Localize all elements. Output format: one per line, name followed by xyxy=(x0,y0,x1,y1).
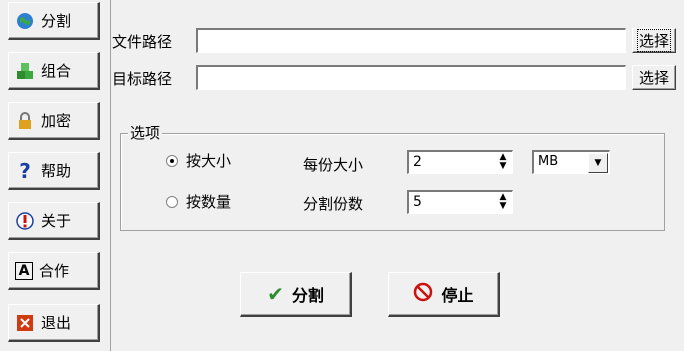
sidebar-item-combine[interactable]: 组合 xyxy=(8,52,100,90)
browse-file-button[interactable]: 选择 xyxy=(632,28,676,53)
sidebar-item-cooperate[interactable]: A 合作 xyxy=(8,252,100,290)
exit-icon xyxy=(15,313,35,333)
browse-target-label: 选择 xyxy=(638,69,669,87)
sidebar-item-label: 关于 xyxy=(41,212,72,230)
size-each-label: 每份大小 xyxy=(303,156,364,174)
file-path-input[interactable] xyxy=(196,28,626,53)
check-icon: ✔ xyxy=(267,282,284,306)
split-count-label: 分割份数 xyxy=(303,195,364,213)
browse-file-label: 选择 xyxy=(636,29,671,52)
unit-select[interactable]: MB ▼ xyxy=(532,150,610,174)
size-value: 2 xyxy=(413,154,422,170)
sidebar: 分割 组合 加密 ? 帮助 关于 A 合作 退出 xyxy=(0,0,111,351)
by-count-radio[interactable] xyxy=(166,196,178,208)
count-stepper[interactable]: 5 ▲ ▼ xyxy=(407,190,513,214)
stepper-arrows-icon[interactable]: ▲ ▼ xyxy=(496,193,510,211)
sidebar-item-label: 退出 xyxy=(41,314,72,332)
sidebar-item-encrypt[interactable]: 加密 xyxy=(8,102,100,140)
sidebar-item-label: 分割 xyxy=(41,12,72,30)
by-size-label: 按大小 xyxy=(186,152,232,170)
target-path-input[interactable] xyxy=(196,65,626,90)
size-stepper[interactable]: 2 ▲ ▼ xyxy=(407,150,513,174)
browse-target-button[interactable]: 选择 xyxy=(632,65,676,90)
count-value: 5 xyxy=(413,194,422,210)
help-icon: ? xyxy=(19,158,31,183)
globe-icon xyxy=(15,11,35,31)
stop-button-label: 停止 xyxy=(441,286,474,305)
sidebar-item-label: 合作 xyxy=(39,262,70,280)
lock-icon xyxy=(15,111,35,131)
options-group xyxy=(120,133,665,231)
sidebar-item-label: 帮助 xyxy=(41,162,72,180)
split-button[interactable]: ✔ 分割 xyxy=(240,272,352,317)
chevron-down-icon[interactable]: ▼ xyxy=(588,153,608,173)
split-button-label: 分割 xyxy=(291,286,324,305)
sidebar-item-exit[interactable]: 退出 xyxy=(8,304,100,342)
sidebar-item-help[interactable]: ? 帮助 xyxy=(8,152,100,190)
sidebar-item-split[interactable]: 分割 xyxy=(8,2,100,40)
sidebar-item-about[interactable]: 关于 xyxy=(8,202,100,240)
options-legend: 选项 xyxy=(128,122,163,143)
file-path-label: 文件路径 xyxy=(112,33,173,51)
sidebar-item-label: 加密 xyxy=(41,112,72,130)
by-count-label: 按数量 xyxy=(186,193,232,211)
stepper-arrows-icon[interactable]: ▲ ▼ xyxy=(496,153,510,171)
by-size-radio[interactable] xyxy=(166,155,178,167)
alert-icon xyxy=(15,211,35,231)
unit-value: MB xyxy=(538,154,559,169)
target-path-label: 目标路径 xyxy=(112,70,173,88)
letter-a-icon: A xyxy=(15,261,33,280)
sidebar-item-label: 组合 xyxy=(41,62,72,80)
stop-icon xyxy=(413,282,433,306)
stop-button[interactable]: 停止 xyxy=(388,272,500,317)
blocks-icon xyxy=(15,61,35,81)
